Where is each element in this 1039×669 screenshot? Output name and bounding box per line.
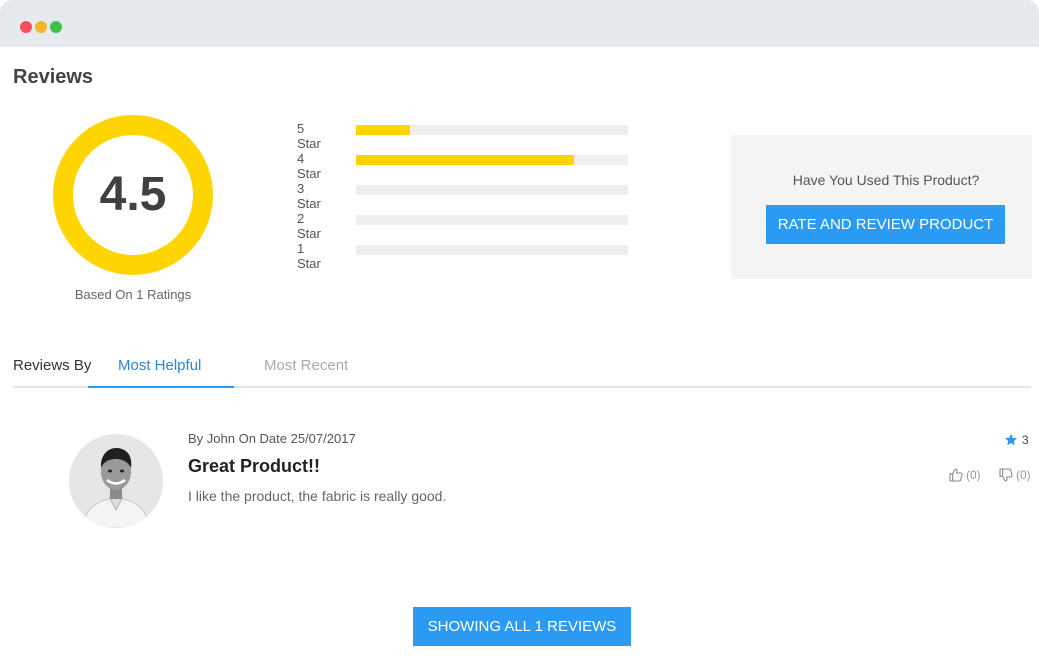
rating-bar-label: 3 Star (297, 181, 321, 211)
downvote-count: (0) (1016, 468, 1031, 482)
maximize-window-button[interactable] (50, 21, 62, 33)
average-rating-value: 4.5 (99, 168, 167, 221)
rating-bar-label: 2 Star (297, 211, 321, 241)
close-window-button[interactable] (20, 21, 32, 33)
rating-bar-track (356, 245, 628, 255)
window-titlebar (0, 0, 1039, 47)
review-cta-panel: Have You Used This Product? RATE AND REV… (731, 135, 1032, 279)
average-rating-ring: 4.5 (53, 115, 213, 275)
review-star-rating: 3 (1004, 433, 1029, 447)
review-meta: By John On Date 25/07/2017 (188, 431, 356, 446)
browser-window: Reviews 4.5 Based On 1 Ratings 5 Star 4 … (0, 0, 1039, 669)
rating-bar-track (356, 215, 628, 225)
show-all-reviews-button[interactable]: SHOWING ALL 1 REVIEWS (413, 607, 631, 646)
rating-bar-fill (356, 125, 411, 135)
rating-bar-track (356, 185, 628, 195)
upvote-count: (0) (966, 468, 981, 482)
downvote-button[interactable]: (0) (998, 467, 1031, 483)
rating-bar-fill (356, 155, 574, 165)
reviews-heading: Reviews (13, 66, 94, 88)
sort-label: Reviews By (13, 357, 92, 374)
review-body: I like the product, the fabric is really… (188, 488, 447, 504)
person-avatar-icon (69, 434, 163, 528)
rate-and-review-button[interactable]: RATE AND REVIEW PRODUCT (766, 205, 1005, 244)
reviewer-avatar (69, 434, 163, 528)
rating-bar-track (356, 125, 628, 135)
ratings-count: Based On 1 Ratings (74, 287, 192, 302)
active-tab-indicator (88, 386, 234, 388)
rating-bar-label: 1 Star (297, 241, 321, 271)
cta-question: Have You Used This Product? (792, 172, 980, 188)
tab-most-helpful[interactable]: Most Helpful (88, 357, 234, 374)
thumbs-up-icon (949, 468, 963, 482)
star-count-value: 3 (1022, 433, 1029, 447)
review-title: Great Product!! (188, 456, 321, 476)
minimize-window-button[interactable] (35, 21, 47, 33)
rating-bar-track (356, 155, 628, 165)
thumbs-down-icon (999, 468, 1013, 482)
rating-bar-label: 5 Star (297, 121, 321, 151)
upvote-button[interactable]: (0) (948, 467, 981, 483)
tab-most-recent[interactable]: Most Recent (264, 357, 348, 374)
star-icon (1004, 433, 1018, 446)
rating-bar-label: 4 Star (297, 151, 321, 181)
